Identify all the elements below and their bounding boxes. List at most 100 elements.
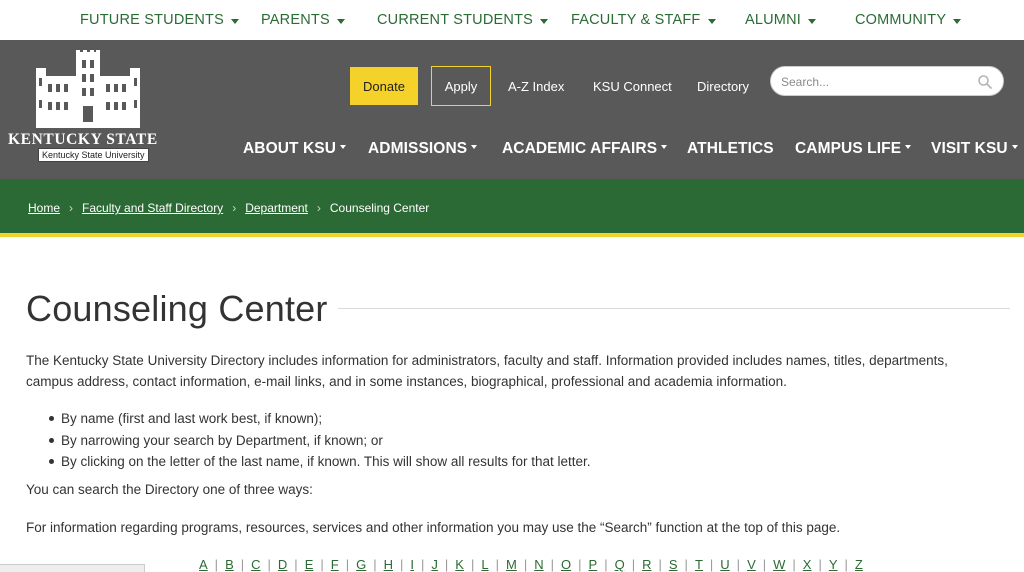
alphabet-separator: | (345, 557, 350, 572)
audience-nav-alumni[interactable]: ALUMNI (745, 0, 816, 40)
main-nav-label: CAMPUS LIFE (795, 140, 902, 157)
alphabet-separator: | (709, 557, 714, 572)
alphabet-letter-l[interactable]: L (477, 557, 492, 572)
main-nav-label: ATHLETICS (687, 140, 774, 157)
alphabet-letter-n[interactable]: N (530, 557, 547, 572)
alphabet-separator: | (421, 557, 425, 572)
alphabet-separator: | (470, 557, 475, 572)
alphabet-separator: | (294, 557, 298, 572)
alphabet-separator: | (792, 557, 796, 572)
main-nav-label: ACADEMIC AFFAIRS (502, 140, 658, 157)
alphabet-letter-k[interactable]: K (451, 557, 468, 572)
donate-button[interactable]: Donate (350, 67, 418, 105)
search-input[interactable] (781, 72, 971, 92)
search-ways-list: By name (first and last work best, if kn… (44, 408, 944, 473)
directory-link[interactable]: Directory (697, 66, 749, 106)
alphabet-separator: | (684, 557, 688, 572)
audience-nav-label: FACULTY & STAFF (571, 12, 701, 28)
logo-subtitle: Kentucky State University (38, 148, 149, 162)
title-divider (338, 308, 1010, 309)
main-nav-about-ksu[interactable]: ABOUT KSU (243, 136, 347, 162)
main-nav-academic-affairs[interactable]: ACADEMIC AFFAIRS (502, 136, 668, 162)
alphabet-letter-g[interactable]: G (352, 557, 370, 572)
main-nav-label: VISIT KSU (931, 140, 1008, 157)
caret-down-icon (661, 145, 668, 149)
list-item: By narrowing your search by Department, … (44, 430, 944, 452)
list-item: By name (first and last work best, if kn… (44, 408, 944, 430)
chevron-down-icon (230, 18, 239, 24)
alphabet-letter-c[interactable]: C (247, 557, 264, 572)
alphabet-letter-b[interactable]: B (221, 557, 238, 572)
alphabet-letter-i[interactable]: I (406, 557, 418, 572)
alphabet-separator: | (523, 557, 528, 572)
caret-down-icon (471, 145, 478, 149)
chevron-right-icon: › (69, 201, 74, 215)
breadcrumb-current: Counseling Center (329, 201, 430, 215)
alphabet-letter-e[interactable]: E (301, 557, 318, 572)
alphabet-separator: | (604, 557, 608, 572)
main-nav-athletics[interactable]: ATHLETICS (687, 136, 774, 162)
audience-nav-label: PARENTS (261, 12, 330, 28)
alphabet-letter-z[interactable]: Z (851, 557, 867, 572)
alphabet-letter-a[interactable]: A (195, 557, 212, 572)
alphabet-letter-s[interactable]: S (665, 557, 682, 572)
alphabet-separator: | (320, 557, 324, 572)
site-header: KENTUCKY STATE Kentucky State University… (0, 40, 1024, 179)
alphabet-separator: | (240, 557, 245, 572)
alphabet-letter-o[interactable]: O (557, 557, 575, 572)
alphabet-letter-p[interactable]: P (585, 557, 602, 572)
main-nav-campus-life[interactable]: CAMPUS LIFE (795, 136, 912, 162)
breadcrumb: Home › Faculty and Staff Directory › Dep… (28, 179, 429, 237)
audience-nav-current-students[interactable]: CURRENT STUDENTS (377, 0, 548, 40)
breadcrumb-home[interactable]: Home (28, 201, 60, 215)
chevron-down-icon (540, 18, 548, 24)
audience-nav-parents[interactable]: PARENTS (261, 0, 345, 40)
search-box (770, 66, 1004, 96)
alphabet-letter-h[interactable]: H (380, 557, 397, 572)
browser-status-bar (0, 564, 145, 572)
apply-button[interactable]: Apply (431, 66, 491, 106)
intro-paragraph: The Kentucky State University Directory … (26, 353, 948, 389)
ksu-connect-link[interactable]: KSU Connect (593, 66, 672, 106)
caret-down-icon (1011, 145, 1018, 149)
search-ways-paragraph: You can search the Directory one of thre… (26, 482, 313, 497)
chevron-right-icon: › (232, 201, 237, 215)
alphabet-separator: | (444, 557, 449, 572)
audience-nav-community[interactable]: COMMUNITY (855, 0, 962, 40)
chevron-down-icon (808, 18, 816, 24)
alphabet-letter-x[interactable]: X (799, 557, 816, 572)
alphabet-letter-y[interactable]: Y (825, 557, 842, 572)
breadcrumb-faculty-staff-directory[interactable]: Faculty and Staff Directory (82, 201, 223, 215)
ksu-logo[interactable]: KENTUCKY STATE Kentucky State University (8, 50, 168, 162)
search-icon[interactable] (977, 74, 993, 90)
main-nav-label: ABOUT KSU (243, 140, 337, 157)
alphabet-separator: | (400, 557, 404, 572)
alphabet-letter-q[interactable]: Q (611, 557, 629, 572)
alphabet-letter-v[interactable]: V (743, 557, 760, 572)
audience-nav-faculty-staff[interactable]: FACULTY & STAFF (571, 0, 716, 40)
breadcrumb-department[interactable]: Department (245, 201, 308, 215)
alphabet-letter-j[interactable]: J (427, 557, 442, 572)
alphabet-letter-f[interactable]: F (327, 557, 343, 572)
chevron-down-icon (707, 18, 716, 24)
az-index-link[interactable]: A-Z Index (508, 66, 564, 106)
alphabet-letter-w[interactable]: W (769, 557, 789, 572)
alphabet-letter-m[interactable]: M (502, 557, 521, 572)
audience-nav: FUTURE STUDENTS PARENTS CURRENT STUDENTS… (0, 0, 1024, 40)
alphabet-separator: | (214, 557, 219, 572)
alphabet-letter-t[interactable]: T (691, 557, 707, 572)
breadcrumb-bar: Home › Faculty and Staff Directory › Dep… (0, 179, 1024, 237)
alphabet-letter-d[interactable]: D (274, 557, 291, 572)
main-nav-admissions[interactable]: ADMISSIONS (368, 136, 478, 162)
alphabet-separator: | (373, 557, 377, 572)
alphabet-letter-r[interactable]: R (638, 557, 655, 572)
audience-nav-future-students[interactable]: FUTURE STUDENTS (80, 0, 239, 40)
audience-nav-label: ALUMNI (745, 12, 801, 28)
audience-nav-label: FUTURE STUDENTS (80, 12, 224, 28)
chevron-down-icon (953, 18, 962, 24)
building-logo-icon (36, 50, 140, 128)
alphabet-letter-u[interactable]: U (716, 557, 733, 572)
alphabet-separator: | (818, 557, 822, 572)
main-nav-visit-ksu[interactable]: VISIT KSU (931, 136, 1018, 162)
alphabet-separator: | (736, 557, 741, 572)
